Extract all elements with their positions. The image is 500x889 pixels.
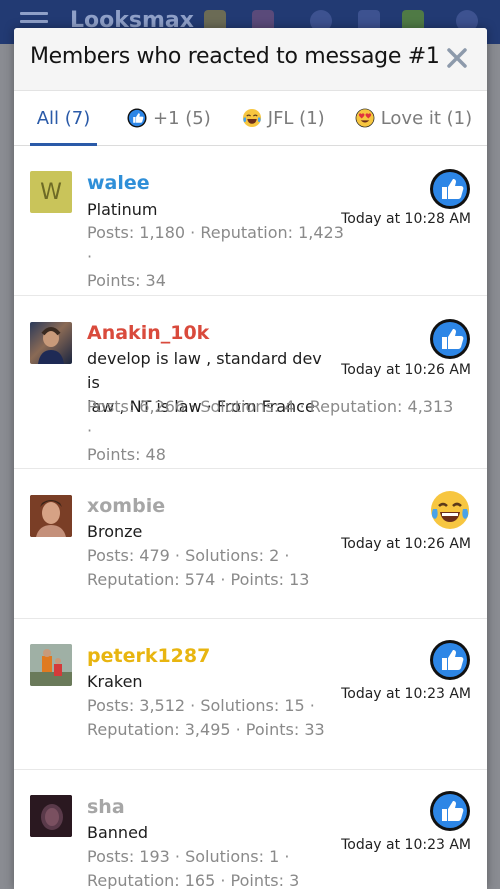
- laughing-crying-face-icon: [242, 108, 262, 128]
- modal-title: Members who reacted to message #1: [30, 44, 440, 69]
- avatar[interactable]: [30, 495, 72, 537]
- member-stats-line-1: Posts: 479 · Solutions: 2 ·: [87, 546, 290, 565]
- laughing-crying-face-icon: [429, 489, 471, 531]
- list-item[interactable]: Anakin_10k develop is law , standard dev…: [14, 296, 487, 469]
- member-username[interactable]: peterk1287: [87, 645, 210, 667]
- tab-love-it[interactable]: Love it (1): [355, 91, 472, 145]
- heart-eyes-face-icon: [355, 108, 375, 128]
- member-stats-line-2: Points: 34: [87, 271, 166, 290]
- member-title: Bronze: [87, 522, 143, 541]
- tab-all[interactable]: All (7): [30, 91, 97, 146]
- member-stats-line-2: Reputation: 165 · Points: 3: [87, 871, 300, 889]
- avatar[interactable]: [30, 644, 72, 686]
- member-username[interactable]: walee: [87, 172, 150, 194]
- list-item[interactable]: peterk1287 Kraken Posts: 3,512 · Solutio…: [14, 619, 487, 770]
- member-username[interactable]: sha: [87, 796, 125, 818]
- member-title: Platinum: [87, 200, 158, 219]
- reaction-time: Today at 10:23 AM: [341, 686, 471, 702]
- thumbs-up-icon: [429, 639, 471, 681]
- member-stats-line-2: Reputation: 574 · Points: 13: [87, 570, 310, 589]
- thumbs-up-icon: [429, 168, 471, 210]
- member-stats: Posts: 3,512 · Solutions: 15 · Reputatio…: [87, 694, 347, 742]
- modal-header: Members who reacted to message #1: [14, 28, 487, 91]
- tab-plus-one-label: +1 (5): [153, 107, 211, 129]
- close-icon[interactable]: [445, 46, 469, 70]
- member-stats-line-1: Posts: 1,180 · Reputation: 1,423 ·: [87, 223, 344, 266]
- member-stats: Posts: 479 · Solutions: 2 · Reputation: …: [87, 544, 347, 592]
- member-stats-line-2: Points: 48: [87, 445, 166, 464]
- member-title: Kraken: [87, 672, 143, 691]
- member-stats: Posts: 193 · Solutions: 1 · Reputation: …: [87, 845, 347, 889]
- tab-love-it-label: Love it (1): [380, 107, 473, 129]
- list-item[interactable]: sha Banned Posts: 193 · Solutions: 1 · R…: [14, 770, 487, 889]
- member-stats-line-1: Posts: 6,266 · Solutions: 4 · Reputation…: [87, 397, 454, 440]
- tab-plus-one[interactable]: +1 (5): [127, 91, 211, 145]
- reaction-time: Today at 10:26 AM: [341, 362, 471, 378]
- member-title: Banned: [87, 823, 149, 842]
- reaction-time: Today at 10:26 AM: [341, 536, 471, 552]
- avatar[interactable]: [30, 795, 72, 837]
- member-username[interactable]: xombie: [87, 495, 165, 517]
- thumbs-up-icon: [127, 108, 147, 128]
- avatar[interactable]: [30, 322, 72, 364]
- list-item[interactable]: xombie Bronze Posts: 479 · Solutions: 2 …: [14, 469, 487, 619]
- member-stats-line-2: Reputation: 3,495 · Points: 33: [87, 720, 325, 739]
- reaction-tabs: All (7) +1 (5) JFL (1) Love it (1): [14, 91, 487, 146]
- tab-jfl-label: JFL (1): [267, 107, 325, 129]
- member-stats-line-1: Posts: 193 · Solutions: 1 ·: [87, 847, 290, 866]
- thumbs-up-icon: [429, 790, 471, 832]
- list-item[interactable]: W walee Platinum Posts: 1,180 · Reputati…: [14, 146, 487, 296]
- tab-all-label: All (7): [36, 107, 91, 129]
- member-stats-line-1: Posts: 3,512 · Solutions: 15 ·: [87, 696, 315, 715]
- members-list: W walee Platinum Posts: 1,180 · Reputati…: [14, 146, 487, 889]
- member-stats: Posts: 6,266 · Solutions: 4 · Reputation…: [87, 395, 457, 467]
- avatar[interactable]: W: [30, 171, 72, 213]
- reactions-modal: Members who reacted to message #1 All (7…: [14, 28, 487, 889]
- reaction-time: Today at 10:23 AM: [341, 837, 471, 853]
- member-title-line-1: develop is law , standard dev is: [87, 349, 322, 392]
- member-stats: Posts: 1,180 · Reputation: 1,423 · Point…: [87, 221, 347, 293]
- thumbs-up-icon: [429, 318, 471, 360]
- tab-jfl[interactable]: JFL (1): [242, 91, 325, 145]
- member-username[interactable]: Anakin_10k: [87, 322, 209, 344]
- reaction-time: Today at 10:28 AM: [341, 211, 471, 227]
